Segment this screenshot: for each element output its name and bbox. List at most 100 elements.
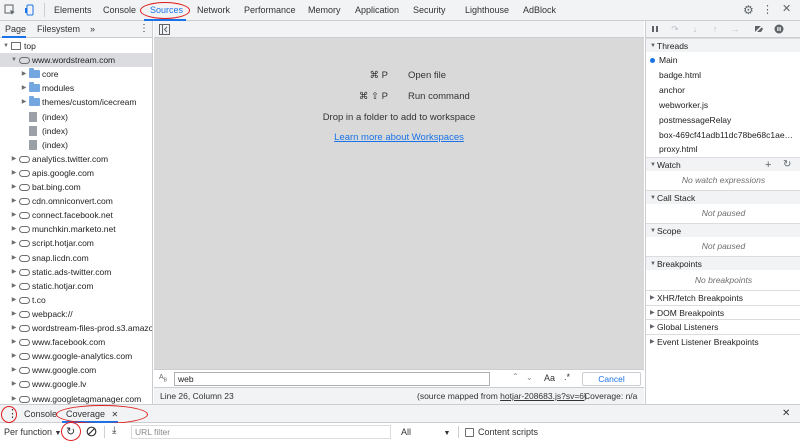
collapsed-arrow-icon[interactable]: ▶: [10, 335, 18, 349]
collapsed-arrow-icon[interactable]: ▶: [20, 95, 28, 109]
tree-item[interactable]: ▶ modules: [0, 81, 152, 95]
tab-network[interactable]: Network: [197, 0, 230, 20]
close-devtools-icon[interactable]: ✕: [782, 3, 792, 15]
coverage-type-select[interactable]: Per function ▼: [4, 427, 61, 437]
tree-item[interactable]: ▼ top: [0, 39, 152, 53]
tree-item[interactable]: ▶ apis.google.com: [0, 166, 152, 180]
thread-item[interactable]: Main: [646, 53, 800, 68]
tree-item[interactable]: ▶ cdn.omniconvert.com: [0, 194, 152, 208]
device-toolbar-icon[interactable]: [24, 4, 36, 16]
tree-item[interactable]: ▶ webpack://: [0, 307, 152, 321]
tree-item[interactable]: (index): [0, 110, 152, 124]
tree-item[interactable]: (index): [0, 138, 152, 152]
deactivate-breakpoints-icon[interactable]: [754, 24, 764, 34]
pause-icon[interactable]: [650, 24, 660, 34]
step-over-icon[interactable]: ↷: [670, 24, 680, 34]
step-out-icon[interactable]: ↑: [710, 24, 720, 34]
match-case-button[interactable]: Aa: [544, 373, 555, 383]
thread-item[interactable]: postmessageRelay: [646, 113, 800, 128]
tree-item[interactable]: ▶ analytics.twitter.com: [0, 152, 152, 166]
search-up-icon[interactable]: ⌃: [512, 372, 519, 381]
tree-item[interactable]: ▶ www.google.com: [0, 363, 152, 377]
navigator-menu-icon[interactable]: ⋮: [139, 21, 149, 37]
tab-performance[interactable]: Performance: [244, 0, 296, 20]
cancel-search-button[interactable]: Cancel: [582, 372, 641, 386]
collapsed-arrow-icon[interactable]: ▶: [10, 349, 18, 363]
pause-on-exceptions-icon[interactable]: [774, 24, 784, 34]
breakpoints-section-header[interactable]: ▼ Breakpoints: [646, 256, 800, 270]
scope-section-header[interactable]: ▼ Scope: [646, 223, 800, 237]
toggle-navigator-icon[interactable]: [159, 24, 170, 35]
more-tabs-button[interactable]: »: [90, 21, 95, 37]
tree-item[interactable]: ▶ www.googletagmanager.com: [0, 392, 152, 405]
collapsed-arrow-icon[interactable]: ▶: [10, 363, 18, 377]
thread-item[interactable]: webworker.js: [646, 98, 800, 113]
collapsed-arrow-icon[interactable]: ▶: [10, 222, 18, 236]
expanded-arrow-icon[interactable]: ▼: [2, 39, 10, 53]
content-type-select[interactable]: All ▼: [401, 427, 450, 437]
collapsed-arrow-icon[interactable]: ▶: [10, 265, 18, 279]
tree-item[interactable]: ▶ snap.licdn.com: [0, 251, 152, 265]
collapsed-section-header[interactable]: ▶ Global Listeners: [646, 319, 800, 333]
step-icon[interactable]: →: [730, 24, 740, 34]
expanded-arrow-icon[interactable]: ▼: [10, 53, 18, 67]
tab-adblock[interactable]: AdBlock: [523, 0, 556, 20]
tree-item[interactable]: ▶ static.ads-twitter.com: [0, 265, 152, 279]
watch-section-header[interactable]: ▼ Watch + ↻: [646, 157, 800, 171]
tab-application[interactable]: Application: [355, 0, 399, 20]
tree-item[interactable]: ▶ www.google.lv: [0, 377, 152, 391]
collapsed-arrow-icon[interactable]: ▶: [10, 180, 18, 194]
inspect-element-icon[interactable]: [4, 4, 16, 16]
collapsed-arrow-icon[interactable]: ▶: [10, 293, 18, 307]
collapsed-arrow-icon[interactable]: ▶: [10, 307, 18, 321]
call-stack-section-header[interactable]: ▼ Call Stack: [646, 190, 800, 204]
tab-security[interactable]: Security: [413, 0, 446, 20]
collapsed-arrow-icon[interactable]: ▶: [10, 208, 18, 222]
tab-memory[interactable]: Memory: [308, 0, 341, 20]
tree-item[interactable]: ▶ script.hotjar.com: [0, 236, 152, 250]
collapsed-section-header[interactable]: ▶ XHR/fetch Breakpoints: [646, 290, 800, 304]
more-options-icon[interactable]: ⋮: [762, 4, 773, 16]
collapsed-arrow-icon[interactable]: ▶: [10, 321, 18, 335]
tree-item[interactable]: ▶ connect.facebook.net: [0, 208, 152, 222]
collapsed-arrow-icon[interactable]: ▶: [10, 251, 18, 265]
collapsed-arrow-icon[interactable]: ▶: [20, 81, 28, 95]
settings-gear-icon[interactable]: ⚙: [743, 4, 755, 16]
learn-workspaces-link[interactable]: Learn more about Workspaces: [154, 132, 644, 143]
content-scripts-checkbox[interactable]: [465, 428, 474, 437]
collapsed-arrow-icon[interactable]: ▶: [10, 152, 18, 166]
tab-page[interactable]: Page: [5, 21, 26, 37]
add-watch-icon[interactable]: +: [765, 158, 771, 172]
tree-item[interactable]: ▶ munchkin.marketo.net: [0, 222, 152, 236]
replace-toggle-icon[interactable]: AB: [159, 374, 167, 383]
collapsed-section-header[interactable]: ▶ Event Listener Breakpoints: [646, 333, 800, 348]
tree-item[interactable]: ▶ wordstream-files-prod.s3.amazo: [0, 321, 152, 335]
collapsed-section-header[interactable]: ▶ DOM Breakpoints: [646, 304, 800, 319]
search-down-icon[interactable]: ⌄: [526, 373, 533, 382]
source-mapped-link[interactable]: hotjar-208683.js?sv=6: [500, 391, 584, 401]
tree-item[interactable]: ▶ bat.bing.com: [0, 180, 152, 194]
collapsed-arrow-icon[interactable]: ▶: [10, 392, 18, 405]
collapsed-arrow-icon[interactable]: ▶: [10, 236, 18, 250]
tree-item[interactable]: ▶ core: [0, 67, 152, 81]
clear-coverage-icon[interactable]: [86, 426, 97, 437]
tree-item[interactable]: ▶ www.facebook.com: [0, 335, 152, 349]
tree-item[interactable]: ▼ www.wordstream.com: [0, 53, 152, 68]
export-coverage-icon[interactable]: ⤓: [112, 425, 116, 437]
step-into-icon[interactable]: ↓: [690, 24, 700, 34]
tab-console[interactable]: Console: [103, 0, 136, 20]
collapsed-arrow-icon[interactable]: ▶: [10, 279, 18, 293]
url-filter-input[interactable]: [131, 425, 391, 439]
drawer-tab-console[interactable]: Console: [24, 409, 57, 419]
collapsed-arrow-icon[interactable]: ▶: [10, 377, 18, 391]
search-input[interactable]: [174, 372, 490, 386]
refresh-watch-icon[interactable]: ↻: [783, 158, 791, 172]
collapsed-arrow-icon[interactable]: ▶: [20, 67, 28, 81]
tree-item[interactable]: ▶ static.hotjar.com: [0, 279, 152, 293]
regex-button[interactable]: .*: [564, 372, 570, 382]
thread-item[interactable]: anchor: [646, 83, 800, 98]
thread-item[interactable]: proxy.html: [646, 142, 800, 157]
tree-item[interactable]: ▶ themes/custom/icecream: [0, 95, 152, 109]
tab-lighthouse[interactable]: Lighthouse: [465, 0, 509, 20]
collapsed-arrow-icon[interactable]: ▶: [10, 194, 18, 208]
